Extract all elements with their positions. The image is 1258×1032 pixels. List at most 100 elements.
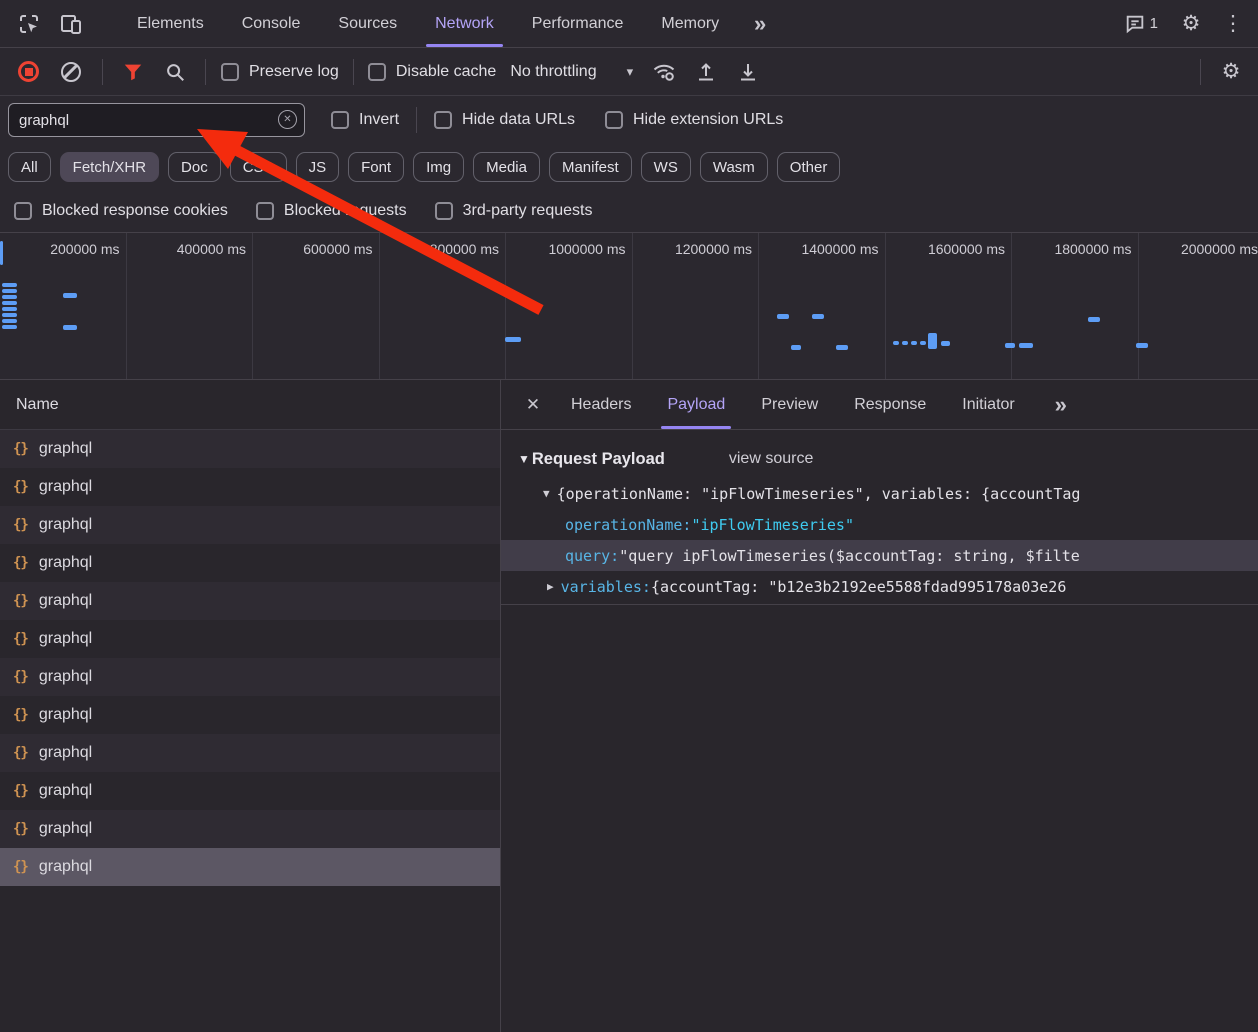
network-filter-input[interactable] bbox=[8, 103, 305, 137]
toolbar-divider bbox=[102, 59, 103, 85]
disable-cache-checkbox[interactable]: Disable cache bbox=[368, 63, 497, 81]
request-row[interactable]: {}graphql bbox=[0, 468, 500, 506]
tabbar-right-controls: 1 ⚙ ⋮ bbox=[1114, 0, 1258, 47]
timeline-label: 800000 ms bbox=[380, 233, 507, 379]
record-network-log-button[interactable] bbox=[18, 61, 39, 82]
filter-chip-media[interactable]: Media bbox=[473, 152, 540, 182]
filter-chip-font[interactable]: Font bbox=[348, 152, 404, 182]
request-row[interactable]: {}graphql bbox=[0, 772, 500, 810]
blocked-response-cookies-checkbox[interactable]: Blocked response cookies bbox=[14, 202, 228, 220]
request-list-panel: Name {}graphql {}graphql {}graphql {}gra… bbox=[0, 380, 501, 1032]
clear-network-log-icon[interactable] bbox=[61, 62, 81, 82]
timeline-label: 1800000 ms bbox=[1012, 233, 1139, 379]
json-request-icon: {} bbox=[13, 593, 28, 609]
blocked-requests-checkbox[interactable]: Blocked requests bbox=[256, 202, 407, 220]
hide-data-urls-label: Hide data URLs bbox=[462, 111, 575, 129]
detail-tab-headers[interactable]: Headers bbox=[553, 380, 649, 429]
device-toolbar-icon[interactable] bbox=[50, 4, 92, 44]
third-party-requests-label: 3rd-party requests bbox=[463, 202, 593, 220]
detail-tab-initiator[interactable]: Initiator bbox=[944, 380, 1032, 429]
request-row[interactable]: {}graphql bbox=[0, 506, 500, 544]
json-request-icon: {} bbox=[13, 783, 28, 799]
hide-data-urls-checkbox[interactable]: Hide data URLs bbox=[434, 111, 575, 129]
hide-extension-urls-checkbox[interactable]: Hide extension URLs bbox=[605, 111, 783, 129]
filter-chip-other[interactable]: Other bbox=[777, 152, 841, 182]
filter-chip-wasm[interactable]: Wasm bbox=[700, 152, 768, 182]
network-settings-gear-icon[interactable]: ⚙ bbox=[1210, 52, 1252, 92]
filter-funnel-icon[interactable] bbox=[112, 52, 154, 92]
request-name: graphql bbox=[39, 440, 92, 458]
kebab-menu-icon[interactable]: ⋮ bbox=[1212, 4, 1254, 44]
filter-chip-ws[interactable]: WS bbox=[641, 152, 691, 182]
import-har-icon[interactable] bbox=[685, 52, 727, 92]
tab-network[interactable]: Network bbox=[416, 0, 513, 47]
request-row[interactable]: {}graphql bbox=[0, 696, 500, 734]
filter-input-wrap: ✕ bbox=[8, 103, 305, 137]
json-string-value: "ipFlowTimeseries" bbox=[691, 516, 854, 534]
tab-console[interactable]: Console bbox=[223, 0, 320, 47]
detail-tab-payload[interactable]: Payload bbox=[649, 380, 743, 429]
network-toolbar: Preserve log Disable cache No throttling… bbox=[0, 48, 1258, 96]
request-row[interactable]: {}graphql bbox=[0, 620, 500, 658]
timeline-label: 400000 ms bbox=[127, 233, 254, 379]
request-row-selected[interactable]: {}graphql bbox=[0, 848, 500, 886]
request-payload-title: Request Payload bbox=[532, 450, 665, 469]
request-name: graphql bbox=[39, 554, 92, 572]
invert-checkbox[interactable]: Invert bbox=[331, 111, 399, 129]
view-source-link[interactable]: view source bbox=[729, 450, 813, 468]
request-row[interactable]: {}graphql bbox=[0, 658, 500, 696]
more-detail-tabs-icon[interactable]: » bbox=[1039, 385, 1083, 425]
payload-query-line-selected[interactable]: query: "query ipFlowTimeseries($accountT… bbox=[501, 540, 1258, 571]
request-row[interactable]: {}graphql bbox=[0, 430, 500, 468]
details-tabbar: ✕ Headers Payload Preview Response Initi… bbox=[501, 380, 1258, 430]
collapse-triangle-icon[interactable]: ▼ bbox=[543, 487, 550, 500]
checkbox-box bbox=[256, 202, 274, 220]
json-separator: : bbox=[682, 516, 691, 534]
request-name: graphql bbox=[39, 516, 92, 534]
request-row[interactable]: {}graphql bbox=[0, 810, 500, 848]
payload-view: ▼ Request Payload view source ▼ {operati… bbox=[501, 430, 1258, 605]
detail-tab-preview[interactable]: Preview bbox=[743, 380, 836, 429]
export-har-icon[interactable] bbox=[727, 52, 769, 92]
toolbar-divider bbox=[205, 59, 206, 85]
close-details-icon[interactable]: ✕ bbox=[513, 385, 553, 425]
collapse-triangle-icon[interactable]: ▼ bbox=[518, 452, 530, 466]
filter-chip-all[interactable]: All bbox=[8, 152, 51, 182]
filter-chip-js[interactable]: JS bbox=[296, 152, 340, 182]
request-row[interactable]: {}graphql bbox=[0, 734, 500, 772]
inspect-element-icon[interactable] bbox=[8, 4, 50, 44]
network-overview-timeline[interactable]: 200000 ms 400000 ms 600000 ms 800000 ms … bbox=[0, 232, 1258, 380]
third-party-requests-checkbox[interactable]: 3rd-party requests bbox=[435, 202, 593, 220]
request-row[interactable]: {}graphql bbox=[0, 582, 500, 620]
request-type-chips: All Fetch/XHR Doc CSS JS Font Img Media … bbox=[0, 144, 1258, 190]
name-column-header[interactable]: Name bbox=[0, 380, 500, 430]
search-icon[interactable] bbox=[154, 52, 196, 92]
json-long-value: {accountTag: "b12e3b2192ee5588fdad995178… bbox=[651, 578, 1066, 596]
request-name: graphql bbox=[39, 706, 92, 724]
filter-chip-img[interactable]: Img bbox=[413, 152, 464, 182]
filter-chip-doc[interactable]: Doc bbox=[168, 152, 221, 182]
filter-chip-fetch-xhr[interactable]: Fetch/XHR bbox=[60, 152, 159, 182]
filter-chip-manifest[interactable]: Manifest bbox=[549, 152, 632, 182]
more-tabs-icon[interactable]: » bbox=[738, 4, 782, 44]
clear-filter-icon[interactable]: ✕ bbox=[278, 110, 297, 129]
checkbox-box bbox=[435, 202, 453, 220]
expand-triangle-icon[interactable]: ▶ bbox=[547, 580, 554, 593]
filter-chip-css[interactable]: CSS bbox=[230, 152, 287, 182]
settings-gear-icon[interactable]: ⚙ bbox=[1170, 4, 1212, 44]
request-row[interactable]: {}graphql bbox=[0, 544, 500, 582]
timeline-label: 1200000 ms bbox=[633, 233, 760, 379]
timeline-label: 200000 ms bbox=[0, 233, 127, 379]
detail-tab-response[interactable]: Response bbox=[836, 380, 944, 429]
tab-sources[interactable]: Sources bbox=[319, 0, 416, 47]
preserve-log-checkbox[interactable]: Preserve log bbox=[221, 63, 339, 81]
tab-memory[interactable]: Memory bbox=[642, 0, 738, 47]
json-request-icon: {} bbox=[13, 859, 28, 875]
network-conditions-icon[interactable] bbox=[643, 52, 685, 92]
json-long-value: "query ipFlowTimeseries($accountTag: str… bbox=[619, 547, 1080, 565]
timeline-label: 1400000 ms bbox=[759, 233, 886, 379]
checkbox-box bbox=[14, 202, 32, 220]
tab-performance[interactable]: Performance bbox=[513, 0, 643, 47]
tab-elements[interactable]: Elements bbox=[118, 0, 223, 47]
throttling-select[interactable]: No throttling ▾ bbox=[496, 63, 643, 81]
